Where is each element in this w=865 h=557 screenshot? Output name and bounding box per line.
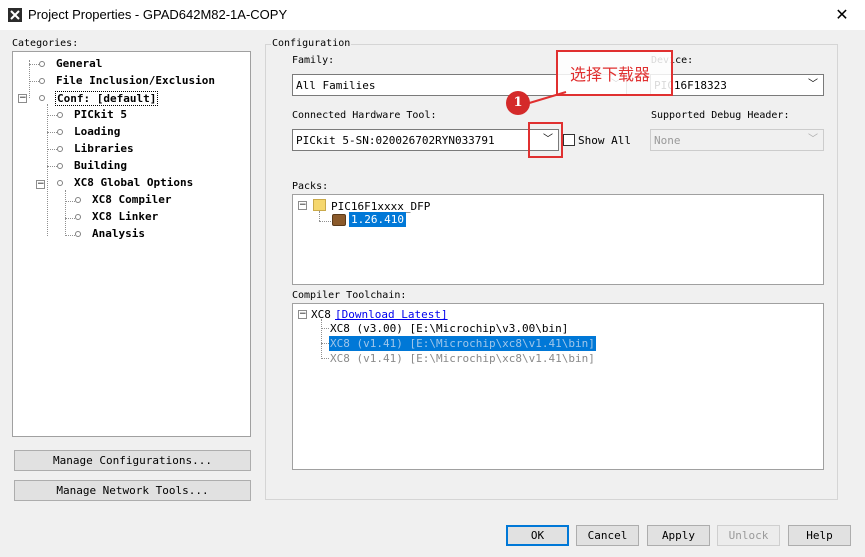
ok-button[interactable]: OK bbox=[506, 525, 569, 546]
tree-node-icon bbox=[57, 163, 63, 169]
folder-icon bbox=[313, 199, 326, 211]
toolchain-item[interactable]: XC8 (v1.41) [E:\Microchip\xc8\v1.41\bin] bbox=[330, 352, 595, 365]
collapse-icon[interactable]: − bbox=[36, 180, 45, 189]
show-all-checkbox[interactable] bbox=[563, 134, 575, 146]
hardware-tool-label: Connected Hardware Tool: bbox=[292, 110, 437, 121]
highlight-box bbox=[528, 122, 563, 158]
category-building[interactable]: Building bbox=[74, 159, 127, 172]
tree-node-icon bbox=[57, 180, 63, 186]
toolchain-tree[interactable]: − XC8 [Download Latest] XC8 (v3.00) [E:\… bbox=[292, 303, 824, 470]
packs-tree[interactable]: − PIC16F1xxxx_DFP 1.26.410 bbox=[292, 194, 824, 285]
callout-text: 选择下载器 bbox=[570, 65, 651, 84]
category-general[interactable]: General bbox=[56, 57, 102, 70]
categories-tree[interactable]: General File Inclusion/Exclusion − Conf:… bbox=[12, 51, 251, 437]
packs-label: Packs: bbox=[292, 181, 329, 192]
tree-node-icon bbox=[39, 95, 45, 101]
manage-configurations-button[interactable]: Manage Configurations... bbox=[14, 450, 251, 471]
hardware-tool-dropdown[interactable]: PICkit 5-SN:020026702RYN033791 ﹀ bbox=[292, 129, 559, 151]
title-bar: Project Properties - GPAD642M82-1A-COPY … bbox=[0, 0, 865, 30]
family-label: Family: bbox=[292, 55, 335, 66]
pack-version[interactable]: 1.26.410 bbox=[349, 212, 406, 227]
debug-header-dropdown: None ﹀ bbox=[650, 129, 824, 151]
tree-node-icon bbox=[57, 112, 63, 118]
categories-label: Categories: bbox=[12, 38, 79, 49]
show-all-label[interactable]: Show All bbox=[578, 134, 631, 147]
category-conf-default[interactable]: Conf: [default] bbox=[55, 91, 159, 106]
download-latest-link[interactable]: [Download Latest] bbox=[335, 308, 448, 321]
collapse-icon[interactable]: − bbox=[298, 310, 307, 319]
close-button[interactable]: ✕ bbox=[819, 0, 865, 30]
chevron-down-icon: ﹀ bbox=[808, 79, 818, 90]
chevron-down-icon: ﹀ bbox=[808, 134, 818, 145]
tree-node-icon bbox=[75, 231, 81, 237]
tree-node-icon bbox=[57, 129, 63, 135]
category-file-inclusion[interactable]: File Inclusion/Exclusion bbox=[56, 74, 215, 87]
apply-button[interactable]: Apply bbox=[647, 525, 710, 546]
tree-node-icon bbox=[39, 61, 45, 67]
window-title: Project Properties - GPAD642M82-1A-COPY bbox=[28, 7, 288, 22]
unlock-button: Unlock bbox=[717, 525, 780, 546]
debug-header-label: Supported Debug Header: bbox=[651, 110, 790, 121]
toolchain-item[interactable]: XC8 (v3.00) [E:\Microchip\v3.00\bin] bbox=[330, 322, 568, 335]
manage-network-tools-button[interactable]: Manage Network Tools... bbox=[14, 480, 251, 501]
category-analysis[interactable]: Analysis bbox=[92, 227, 145, 240]
category-libraries[interactable]: Libraries bbox=[74, 142, 134, 155]
app-logo-icon bbox=[8, 8, 22, 22]
help-button[interactable]: Help bbox=[788, 525, 851, 546]
step-badge: 1 bbox=[506, 91, 530, 115]
configuration-label: Configuration bbox=[271, 38, 352, 49]
tree-node-icon bbox=[57, 146, 63, 152]
device-dropdown[interactable]: PIC16F18323 ﹀ bbox=[650, 74, 824, 96]
package-icon bbox=[332, 214, 346, 226]
collapse-icon[interactable]: − bbox=[18, 94, 27, 103]
cancel-button[interactable]: Cancel bbox=[576, 525, 639, 546]
tree-node-icon bbox=[75, 214, 81, 220]
category-xc8-global[interactable]: XC8 Global Options bbox=[74, 176, 193, 189]
tree-node-icon bbox=[39, 78, 45, 84]
collapse-icon[interactable]: − bbox=[298, 201, 307, 210]
toolchain-item-selected[interactable]: XC8 (v1.41) [E:\Microchip\xc8\v1.41\bin] bbox=[329, 336, 596, 351]
category-loading[interactable]: Loading bbox=[74, 125, 120, 138]
category-pickit5[interactable]: PICkit 5 bbox=[74, 108, 127, 121]
category-xc8-linker[interactable]: XC8 Linker bbox=[92, 210, 158, 223]
toolchain-label: Compiler Toolchain: bbox=[292, 290, 407, 301]
category-xc8-compiler[interactable]: XC8 Compiler bbox=[92, 193, 171, 206]
tree-node-icon bbox=[75, 197, 81, 203]
